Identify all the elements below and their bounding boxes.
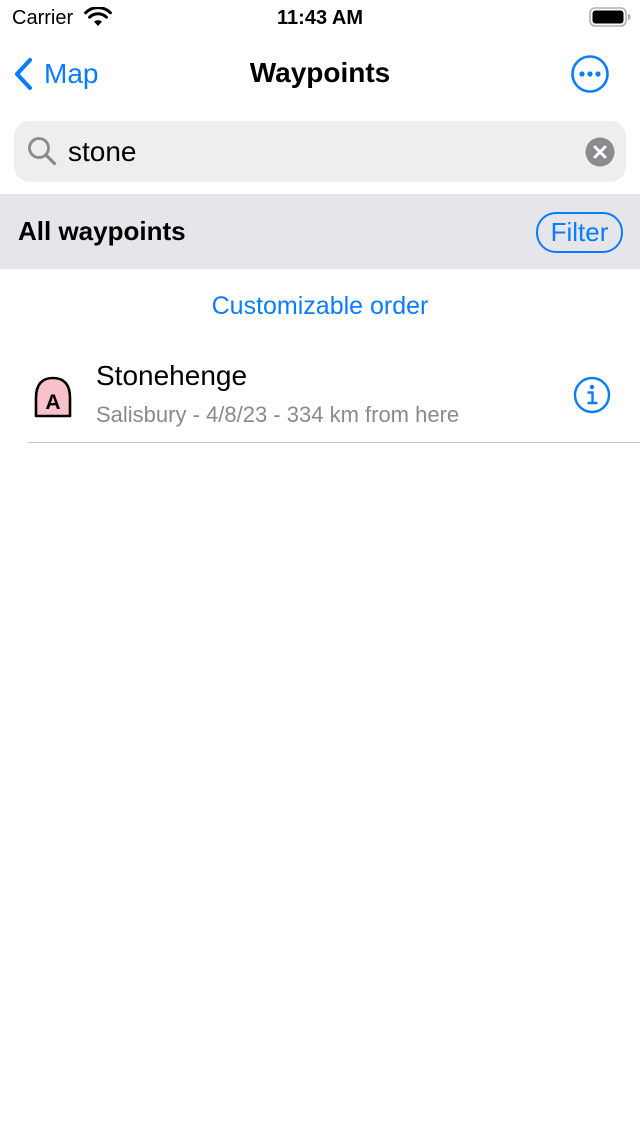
status-bar: Carrier 11:43 AM [0,0,640,36]
search-input[interactable] [68,129,568,174]
more-options-button[interactable] [570,54,610,94]
info-icon [573,376,611,414]
waypoint-details: Salisbury - 4/8/23 - 334 km from here [96,402,460,427]
waypoint-info-button[interactable] [573,376,611,414]
filter-button[interactable]: Filter [536,212,623,253]
chevron-left-icon [14,57,33,91]
battery-icon [589,7,631,27]
row-separator [28,442,640,443]
ellipsis-circle-icon [571,55,609,93]
section-header: All waypoints Filter [0,194,640,269]
customizable-order-link[interactable]: Customizable order [0,290,640,322]
waypoint-marker-letter: A [45,391,60,414]
search-bar [14,121,626,182]
navigation-bar: Map Waypoints [0,44,640,104]
clear-search-button[interactable] [585,137,615,167]
waypoint-row[interactable]: A Stonehenge Salisbury - 4/8/23 - 334 km… [0,346,640,443]
status-time: 11:43 AM [277,7,363,29]
search-icon [28,137,57,166]
page-title: Waypoints [249,57,391,88]
waypoint-marker-icon: A [34,376,72,418]
clear-icon [585,137,615,167]
waypoint-name: Stonehenge [96,360,248,391]
back-button[interactable]: Map [12,50,98,98]
back-button-label: Map [44,58,99,89]
section-title: All waypoints [18,216,186,246]
